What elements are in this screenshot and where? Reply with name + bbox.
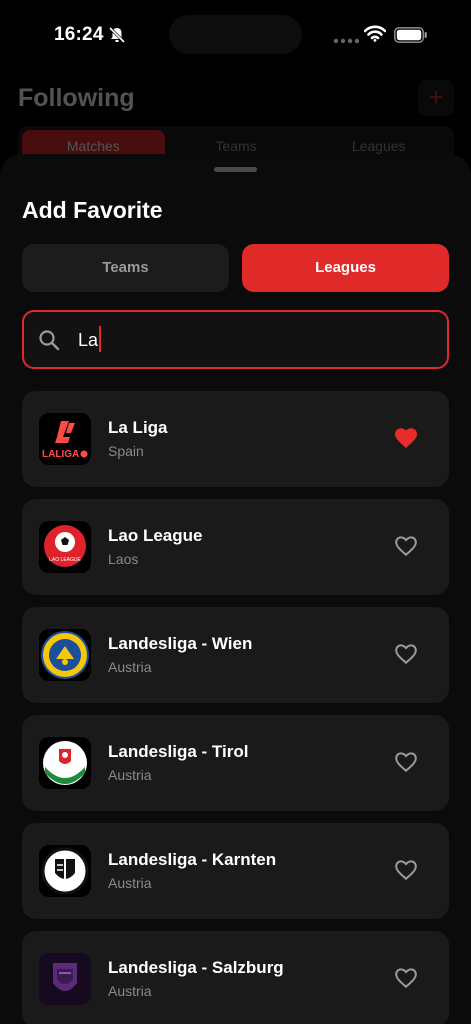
sheet-grabber[interactable] [214,167,257,172]
bell-muted-icon [108,26,126,44]
heart-outline-icon[interactable] [394,643,418,665]
league-name: Lao League [108,526,203,545]
status-bar: 16:24 [0,0,471,64]
segment-leagues[interactable]: Leagues [242,244,449,292]
add-favorite-screen: 16:24 Following + Matches Teams Leagues … [0,0,471,1024]
league-name: La Liga [108,418,168,437]
add-favorite-sheet: Add Favorite Teams Leagues La LALIGA La … [0,154,471,1024]
text-caret [99,326,102,353]
svg-text:LALIGA: LALIGA [42,449,79,460]
wien-crest-logo-icon [39,629,91,681]
league-name: Landesliga - Salzburg [108,958,284,977]
following-title: Following [18,84,135,112]
heart-outline-icon[interactable] [394,751,418,773]
status-time: 16:24 [54,24,104,45]
battery-icon [394,27,427,43]
search-value-text: La [78,330,99,350]
league-country: Austria [108,875,152,891]
wifi-icon [364,25,386,42]
cellular-signal-icon [333,38,359,44]
tirol-crest-logo-icon [39,737,91,789]
svg-text:LAO LEAGUE: LAO LEAGUE [49,557,81,563]
heart-outline-icon[interactable] [394,535,418,557]
league-country: Austria [108,767,152,783]
laliga-logo-icon: LALIGA [39,413,91,465]
heart-outline-icon[interactable] [394,967,418,989]
segment-teams[interactable]: Teams [22,244,229,292]
add-following-button: + [418,80,454,116]
league-country: Spain [108,443,144,459]
list-item[interactable]: LAO LEAGUE Lao League Laos [22,499,449,595]
list-item[interactable]: Landesliga - Karnten Austria [22,823,449,919]
heart-filled-icon[interactable] [394,427,418,449]
search-icon [39,330,60,351]
salzburg-crest-logo-icon [39,953,91,1005]
search-value: La [78,326,102,353]
league-country: Austria [108,659,152,675]
league-name: Landesliga - Karnten [108,850,277,869]
league-results-list: LALIGA La Liga Spain LAO LEAGUE Lao Leag… [22,391,449,1024]
karnten-crest-logo-icon [39,845,91,897]
list-item[interactable]: Landesliga - Tirol Austria [22,715,449,811]
dynamic-island [169,15,302,54]
sheet-title: Add Favorite [22,197,163,223]
league-country: Austria [108,983,152,999]
list-item[interactable]: LALIGA La Liga Spain [22,391,449,487]
league-country: Laos [108,551,139,567]
list-item[interactable]: Landesliga - Salzburg Austria [22,931,449,1024]
lao-league-logo-icon: LAO LEAGUE [39,521,91,573]
list-item[interactable]: Landesliga - Wien Austria [22,607,449,703]
league-name: Landesliga - Tirol [108,742,249,761]
league-name: Landesliga - Wien [108,634,253,653]
search-input[interactable]: La [22,310,449,369]
heart-outline-icon[interactable] [394,859,418,881]
